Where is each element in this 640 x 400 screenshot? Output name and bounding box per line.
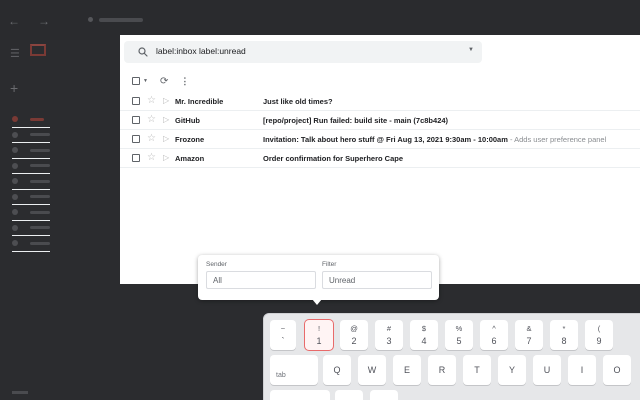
more-options-icon[interactable]: ⋮ <box>180 76 189 87</box>
key-u: U <box>533 355 561 385</box>
select-dropdown-icon[interactable]: ▼ <box>143 78 148 84</box>
trash-icon <box>12 209 18 216</box>
email-row[interactable]: ☆ ▷ Mr. Incredible Just like old times? <box>120 92 640 111</box>
email-row[interactable]: ☆ ▷ GitHub [repo/project] Run failed: bu… <box>120 111 640 130</box>
email-sender: GitHub <box>175 116 200 125</box>
sidebar <box>12 112 50 252</box>
key-6: ^ 6 <box>480 320 508 350</box>
key-backtick: ~ ` <box>270 320 296 350</box>
filter-label: Filter <box>322 261 337 268</box>
key-2: @2 <box>340 320 368 350</box>
plus-icon: + <box>10 80 19 96</box>
clock-icon <box>12 147 18 154</box>
key-y: Y <box>498 355 526 385</box>
important-icon[interactable]: ▷ <box>163 96 169 105</box>
spam-icon <box>12 193 18 200</box>
sender-label: Sender <box>206 261 227 268</box>
filter-select[interactable]: Unread <box>322 271 432 289</box>
address-bar[interactable] <box>88 17 143 22</box>
key-caps <box>270 390 330 400</box>
key-tab: tab <box>270 355 318 385</box>
chevron-down-icon <box>12 240 18 247</box>
key-8: * 8 <box>550 320 578 350</box>
email-row[interactable]: ☆ ▷ Frozone Invitation: Talk about hero … <box>120 130 640 149</box>
sender-select[interactable]: All <box>206 271 316 289</box>
back-icon[interactable]: ← <box>8 14 20 28</box>
key-q: Q <box>323 355 351 385</box>
sidebar-item[interactable] <box>12 143 50 159</box>
browser-nav: ← → <box>8 14 50 28</box>
select-all-checkbox[interactable] <box>132 77 140 85</box>
main-menu-icon[interactable]: ☰ <box>10 47 20 60</box>
important-icon[interactable]: ▷ <box>163 115 169 124</box>
key-w: W <box>358 355 386 385</box>
star-icon[interactable]: ☆ <box>147 133 156 144</box>
key-s <box>370 390 398 400</box>
email-sender: Mr. Incredible <box>175 97 224 106</box>
star-icon[interactable]: ☆ <box>147 152 156 163</box>
key-a <box>335 390 363 400</box>
popup-pointer <box>312 299 322 305</box>
forward-icon[interactable]: → <box>38 14 50 28</box>
key-o: O <box>603 355 631 385</box>
draft-icon <box>12 178 18 185</box>
email-row[interactable]: ☆ ▷ Amazon Order confirmation for Superh… <box>120 149 640 168</box>
sidebar-item[interactable] <box>12 159 50 174</box>
key-3: #3 <box>375 320 403 350</box>
list-toolbar: ▼ ⟳ ⋮ <box>132 74 189 88</box>
email-sender: Frozone <box>175 135 205 144</box>
search-icon[interactable] <box>137 46 149 58</box>
send-icon <box>12 162 18 169</box>
email-sender: Amazon <box>175 154 205 163</box>
lock-icon <box>88 17 93 22</box>
important-icon[interactable]: ▷ <box>163 134 169 143</box>
sidebar-item[interactable] <box>12 236 50 252</box>
star-icon <box>12 131 18 138</box>
email-subject: [repo/project] Run failed: build site - … <box>263 116 449 125</box>
key-7: & 7 <box>515 320 543 350</box>
star-icon[interactable]: ☆ <box>147 95 156 106</box>
sidebar-footer <box>12 391 28 394</box>
address-text <box>99 17 143 22</box>
email-subject: Order confirmation for Superhero Cape <box>263 154 404 163</box>
filter-popup: Sender All Filter Unread <box>198 255 439 305</box>
key-1: ! 1 <box>305 320 333 350</box>
sidebar-item[interactable] <box>12 221 50 236</box>
inbox-icon <box>12 116 18 123</box>
search-options-icon[interactable]: ▼ <box>468 47 474 53</box>
key-r: R <box>428 355 456 385</box>
sidebar-item[interactable] <box>12 174 50 190</box>
key-9: (9 <box>585 320 613 350</box>
compose-button[interactable]: + <box>10 80 18 96</box>
email-snippet: - Adds user preference panel <box>507 135 607 144</box>
important-icon[interactable]: ▷ <box>163 153 169 162</box>
sidebar-item[interactable] <box>12 205 50 221</box>
key-4: $4 <box>410 320 438 350</box>
refresh-icon[interactable]: ⟳ <box>160 76 168 87</box>
key-i: I <box>568 355 596 385</box>
email-subject: Invitation: Talk about hero stuff @ Fri … <box>263 135 607 144</box>
key-t: T <box>463 355 491 385</box>
key-5: % 5 <box>445 320 473 350</box>
row-checkbox[interactable] <box>132 154 140 162</box>
label-icon <box>12 224 18 231</box>
keyboard: ~ ` ! 1 @2 #3 $4 % 5 ^ 6 & 7 * 8 (9 tab Q W E … <box>263 313 640 400</box>
mail-panel: label:inbox label:unread ▼ ▼ ⟳ ⋮ ☆ ▷ Mr.… <box>120 35 640 284</box>
gmail-m-icon <box>30 44 46 56</box>
row-checkbox[interactable] <box>132 135 140 143</box>
sidebar-item[interactable] <box>12 128 50 143</box>
row-checkbox[interactable] <box>132 97 140 105</box>
search-bar[interactable]: label:inbox label:unread ▼ <box>124 41 482 63</box>
search-input[interactable]: label:inbox label:unread <box>156 46 246 56</box>
row-checkbox[interactable] <box>132 116 140 124</box>
gmail-logo <box>30 44 46 56</box>
email-subject: Just like old times? <box>263 97 333 106</box>
sidebar-item[interactable] <box>12 190 50 205</box>
star-icon[interactable]: ☆ <box>147 114 156 125</box>
email-list: ☆ ▷ Mr. Incredible Just like old times? … <box>120 92 640 168</box>
sidebar-item[interactable] <box>12 112 50 128</box>
key-e: E <box>393 355 421 385</box>
